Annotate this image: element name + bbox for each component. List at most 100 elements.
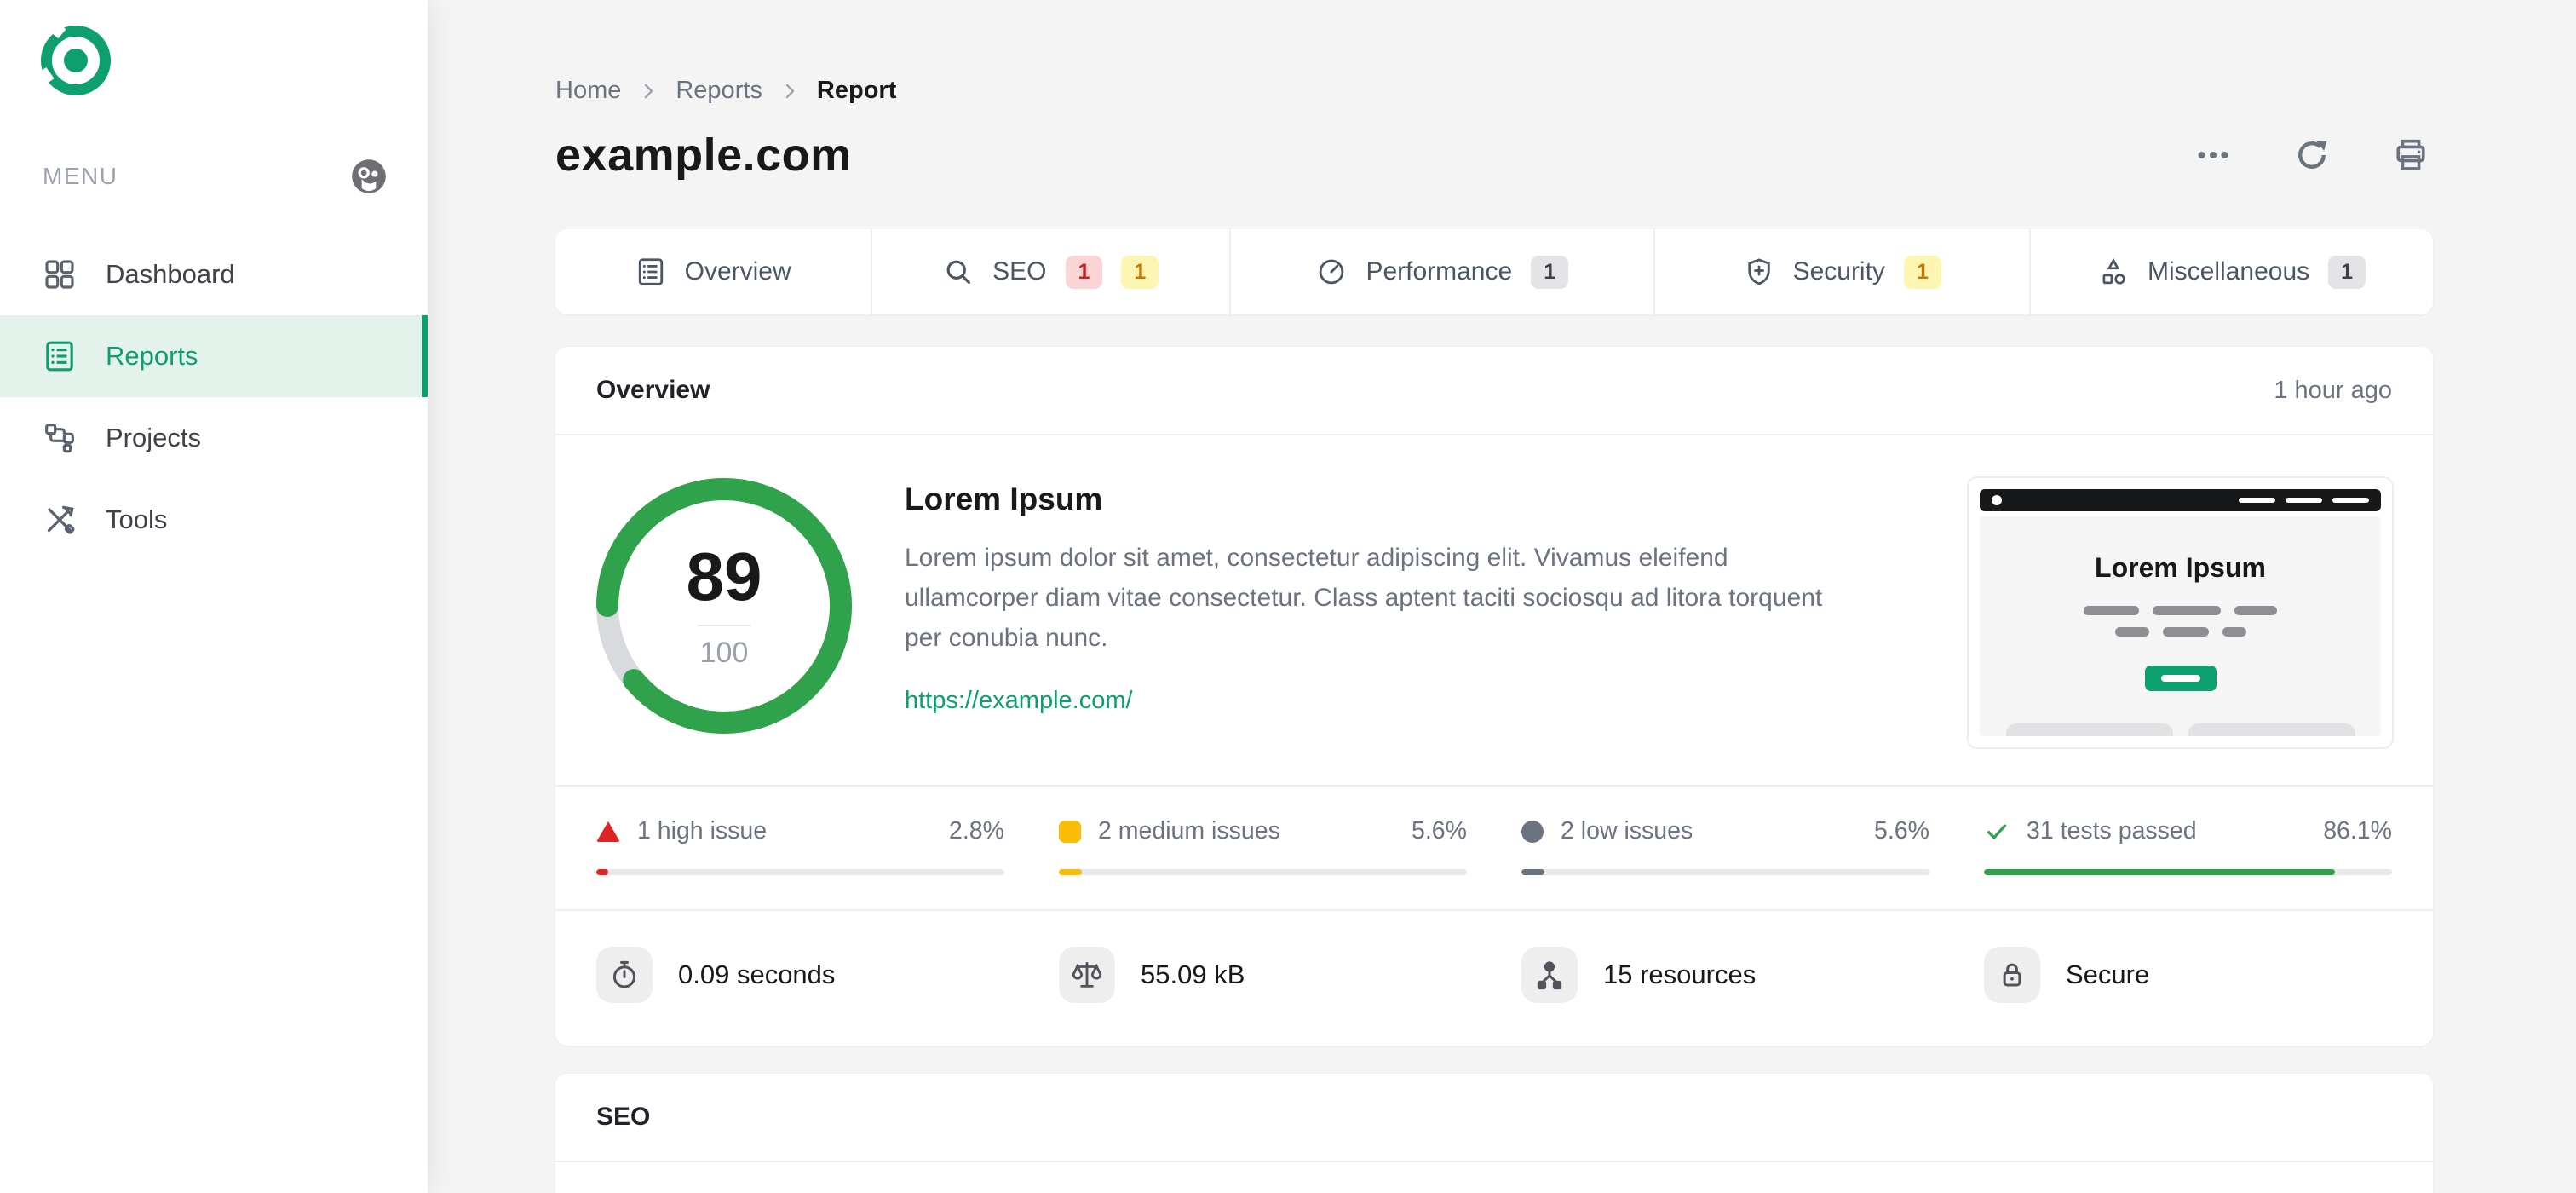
stat-low-issues: 2 low issues 5.6% [1521,817,1929,875]
metric-label: 15 resources [1603,960,1757,989]
refresh-button[interactable] [2290,133,2334,177]
breadcrumb-home[interactable]: Home [555,77,621,105]
app-logo[interactable] [41,26,111,95]
tab-miscellaneous[interactable]: Miscellaneous 1 [2029,229,2433,314]
metrics-row: 0.09 seconds 55.09 kB 15 resources Secur… [555,909,2433,1046]
ellipsis-icon [2198,151,2228,159]
medium-issues-badge: 1 [1121,255,1159,289]
progress-bar [1521,869,1929,875]
sidebar-item-label: Dashboard [106,259,235,289]
metric-label: 55.09 kB [1141,960,1245,989]
tab-seo[interactable]: SEO 1 1 [871,229,1229,314]
progress-fill [1984,869,2336,875]
breadcrumb: Home Reports Report [555,77,2433,105]
tab-performance[interactable]: Performance 1 [1229,229,1653,314]
issue-stats-row: 1 high issue 2.8% 2 medium issues 5.6% 2… [555,785,2433,909]
score-max: 100 [699,636,749,669]
stat-tests-passed: 31 tests passed 86.1% [1984,817,2392,875]
menu-section-label: MENU [43,163,118,189]
progress-bar [1984,869,2392,875]
more-options-button[interactable] [2191,133,2235,177]
page-actions [2191,133,2433,177]
thumbnail-content-blocks [1980,723,2381,736]
tab-label: SEO [992,257,1047,285]
progress-fill [596,869,608,875]
search-icon [943,256,974,287]
stat-high-issues: 1 high issue 2.8% [596,817,1004,875]
chevron-right-icon [779,81,800,101]
tab-security[interactable]: Security 1 [1653,229,2029,314]
scale-icon [1059,947,1115,1003]
resources-icon [1521,947,1578,1003]
seo-card-title: SEO [596,1103,651,1131]
browser-menu-dashes [2239,498,2369,503]
sidebar-item-dashboard[interactable]: Dashboard [0,233,428,315]
progress-bar [1059,869,1467,875]
browser-dot-icon [1992,495,2002,505]
gauge-icon [1316,256,1347,287]
stat-label: 31 tests passed [2027,817,2197,844]
issues-badge: 1 [2328,255,2366,289]
seo-card: SEO [555,1074,2433,1193]
stat-percent: 5.6% [1874,817,1929,844]
site-url-link[interactable]: https://example.com/ [905,687,1133,715]
main-content: Home Reports Report example.com Overview [428,0,2576,1193]
sidebar-item-label: Tools [106,504,168,534]
score-divider [698,624,750,626]
metric-security: Secure [1984,947,2392,1003]
report-tabs: Overview SEO 1 1 Performance 1 Security … [555,229,2433,314]
workflow-icon [43,421,77,455]
thumbnail-text-row [1980,606,2381,615]
shield-icon [1744,256,1774,287]
overview-card: Overview 1 hour ago 89 100 Lorem Ipsum L… [555,347,2433,1046]
thumbnail-page-body: Lorem Ipsum [1980,516,2381,736]
tab-label: Performance [1366,257,1513,285]
sidebar: MENU Dashboard Reports Projects Tools [0,0,428,1193]
high-issues-badge: 1 [1065,255,1103,289]
overview-icon [635,256,666,287]
stat-percent: 86.1% [2323,817,2392,844]
thumbnail-browser-bar [1980,489,2381,511]
breadcrumb-current: Report [816,77,897,104]
thumbnail-heading: Lorem Ipsum [2095,552,2266,583]
site-thumbnail: Lorem Ipsum [1969,478,2392,747]
sidebar-item-label: Projects [106,423,201,452]
stat-label: 2 medium issues [1098,817,1280,844]
sidebar-item-projects[interactable]: Projects [0,397,428,479]
thumbnail-cta-button [2144,666,2217,691]
seo-card-body [555,1162,2433,1193]
stat-label: 2 low issues [1561,817,1693,844]
tab-overview[interactable]: Overview [555,229,871,314]
sidebar-item-tools[interactable]: Tools [0,479,428,561]
printer-icon [2396,139,2425,170]
breadcrumb-reports[interactable]: Reports [676,77,762,105]
collapse-sidebar-icon[interactable] [348,155,390,198]
stat-percent: 2.8% [949,817,1004,844]
report-list-icon [43,339,77,373]
stat-percent: 5.6% [1412,817,1467,844]
tab-label: Miscellaneous [2148,257,2310,285]
site-description: Lorem ipsum dolor sit amet, consectetur … [905,544,1823,652]
check-icon [1984,819,2010,844]
print-button[interactable] [2389,133,2433,177]
progress-fill [1059,869,1082,875]
report-timestamp: 1 hour ago [2274,376,2392,404]
overview-card-title: Overview [596,376,710,404]
logo-dot-icon [64,49,88,72]
medium-issue-square-icon [1059,820,1081,843]
metric-label: Secure [2066,960,2150,989]
thumbnail-text-row [1980,627,2381,637]
refresh-icon [2298,141,2327,169]
stat-medium-issues: 2 medium issues 5.6% [1059,817,1467,875]
tab-label: Security [1792,257,1885,285]
sidebar-item-reports[interactable]: Reports [0,315,428,397]
progress-fill [1521,869,1544,875]
stopwatch-icon [596,947,653,1003]
score-gauge: 89 100 [596,478,852,734]
score-value: 89 [686,538,762,614]
sidebar-nav: Dashboard Reports Projects Tools [0,233,428,561]
metric-label: 0.09 seconds [678,960,836,989]
low-issue-circle-icon [1521,820,1544,843]
medium-issues-badge: 1 [1903,255,1941,289]
tab-label: Overview [684,257,791,285]
